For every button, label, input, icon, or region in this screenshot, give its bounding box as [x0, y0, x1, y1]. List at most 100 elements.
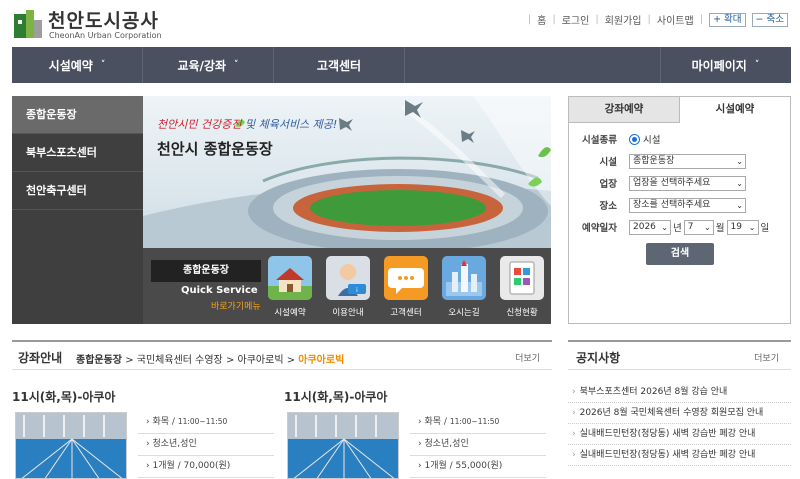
tab-facility-reservation[interactable]: 시설예약	[680, 97, 790, 123]
gnb-facility-reservation[interactable]: 시설예약 ˅	[12, 47, 142, 83]
notice-item[interactable]: › 실내배드민턴장(청당동) 새벽 강습반 폐강 안내	[568, 424, 791, 445]
venue-select-value: 업장을 선택하주세요	[633, 177, 711, 188]
util-login-link[interactable]: 로그인	[562, 12, 590, 27]
course-fee: › 1개월 / 55,000(원)	[410, 456, 546, 478]
facility-type-label: 시설종류	[582, 135, 617, 146]
notice-item-text: 실내배드민턴장(청당동) 새벽 강습반 폐강 안내	[579, 450, 756, 460]
notice-item[interactable]: › 실내배드민턴장(청당동) 새벽 강습반 폐강 안내	[568, 445, 791, 466]
place-select[interactable]: 장소를 선택하주세요 ⌄	[629, 197, 746, 213]
year-select-value: 2026	[633, 221, 656, 232]
year-select[interactable]: 2026 ⌄	[629, 219, 671, 235]
quick-usage-guide[interactable]: i 이용안내	[325, 256, 371, 318]
chevron-down-icon: ˅	[100, 60, 106, 70]
banner-slogan-part-2: 및 체육서비스 제공!	[241, 118, 338, 131]
quick-service-facility: 종합운동장	[151, 260, 261, 282]
util-separator: |	[527, 14, 532, 25]
notice-list: › 북부스포츠센터 2026년 8월 강습 안내 › 2026년 8월 국민체육센터…	[568, 382, 791, 466]
util-separator: |	[647, 14, 651, 25]
crumb-current[interactable]: 아쿠아로빅	[298, 355, 344, 366]
logo-korean-name: 천안도시공사	[48, 10, 159, 32]
course-more-link[interactable]: 더보기	[515, 351, 540, 364]
util-separator: |	[552, 14, 556, 25]
gnb-customer-center[interactable]: 고객센터	[274, 47, 404, 83]
month-select-value: 7	[687, 221, 694, 232]
side-item-stadium[interactable]: 종합운동장	[12, 96, 143, 134]
course-fee-value: 1개월 / 55,000(원)	[424, 461, 503, 471]
chevron-down-icon: ⌄	[748, 222, 756, 232]
zoom-in-button[interactable]: + 확대	[709, 12, 746, 27]
course-card[interactable]: 11시(화,목)-아쿠아 › 화목 / 11:00~11:50 › 청소년,성인…	[12, 388, 274, 479]
month-select[interactable]: 7 ⌄	[683, 219, 714, 235]
course-target-value: 청소년,성인	[152, 439, 197, 449]
day-select-value: 19	[730, 221, 742, 232]
course-days: 화목 /	[152, 417, 175, 427]
site-logo[interactable]: 천안도시공사 CheonAn Urban Corporation	[12, 8, 172, 42]
quick-application-status[interactable]: 신청현황	[499, 256, 545, 318]
reservation-search-button[interactable]: 검색	[646, 243, 714, 265]
notice-item[interactable]: › 2026년 8월 국민체육센터 수영장 회원모집 안내	[568, 403, 791, 424]
quick-service-icons: 시설예약 i 이용안내 고객센터 오시는길 신청현황	[267, 256, 545, 318]
side-item-north-sports-center[interactable]: 북부스포츠센터	[12, 134, 143, 172]
venue-label: 업장	[599, 179, 617, 190]
crumb-separator: >	[286, 355, 296, 366]
chevron-down-icon: ˅	[234, 60, 239, 70]
facility-select[interactable]: 종합운동장 ⌄	[629, 153, 746, 169]
bullet-arrow-icon: ›	[572, 387, 576, 397]
course-time: 11:00~11:50	[177, 417, 228, 426]
day-select[interactable]: 19 ⌄	[726, 219, 759, 235]
venue-select[interactable]: 업장을 선택하주세요 ⌄	[629, 175, 746, 191]
crumb-center-pool[interactable]: 국민체육센터 수영장	[137, 355, 223, 366]
day-suffix: 일	[760, 223, 770, 234]
chevron-down-icon: ˅	[754, 60, 760, 70]
crumb-aquarobic[interactable]: 아쿠아로빅	[238, 355, 284, 366]
zoom-out-button[interactable]: − 축소	[751, 12, 788, 27]
bullet-arrow-icon: ›	[572, 408, 576, 418]
course-days: 화목 /	[424, 417, 447, 427]
quick-directions[interactable]: 오시는길	[441, 256, 487, 318]
month-suffix: 월	[715, 223, 725, 234]
quick-item-label: 오시는길	[448, 308, 480, 318]
row-facility-type: 시설종류 시설	[569, 131, 660, 147]
notice-item[interactable]: › 북부스포츠센터 2026년 8월 강습 안내	[568, 382, 791, 403]
util-home-link[interactable]: 홈	[537, 12, 546, 27]
chevron-down-icon: ⌄	[661, 222, 668, 232]
quick-facility-reservation[interactable]: 시설예약	[267, 256, 313, 318]
notice-item-text: 2026년 8월 국민체육센터 수영장 회원모집 안내	[579, 408, 764, 418]
course-card-title[interactable]: 11시(화,목)-아쿠아	[284, 388, 546, 406]
facility-type-option: 시설	[643, 135, 661, 146]
facility-type-radio[interactable]	[629, 133, 640, 145]
course-card-title[interactable]: 11시(화,목)-아쿠아	[12, 388, 274, 406]
course-section-header: 강좌안내 종합운동장 > 국민체육센터 수영장 > 아쿠아로빅 > 아쿠아로빅 …	[12, 340, 552, 370]
gnb-education[interactable]: 교육/강좌 ˅	[143, 47, 273, 83]
course-schedule: › 화목 / 11:00~11:50	[138, 412, 274, 434]
course-card[interactable]: 11시(화,목)-아쿠아 › 화목 / 11:00~11:50 › 청소년,성인…	[284, 388, 546, 479]
document-status-icon	[500, 256, 544, 300]
crumb-stadium[interactable]: 종합운동장	[76, 355, 122, 366]
course-fee: › 1개월 / 70,000(원)	[138, 456, 274, 478]
course-breadcrumb: 종합운동장 > 국민체육센터 수영장 > 아쿠아로빅 > 아쿠아로빅	[76, 351, 344, 366]
facility-label: 시설	[599, 157, 617, 168]
gnb-spacer	[405, 47, 660, 83]
logo-mark-icon	[14, 10, 42, 38]
quick-item-label: 고객센터	[390, 308, 422, 318]
crumb-separator: >	[225, 355, 235, 366]
row-date: 예약일자 2026 ⌄ 년 7 ⌄ 월 19 ⌄ 일	[569, 219, 769, 235]
tab-course-reservation[interactable]: 강좌예약	[569, 97, 680, 123]
stadium-banner: 천안시민 건강증진 및 체육서비스 제공! 천안시 종합운동장 종합운동장 Qu…	[143, 96, 551, 324]
util-separator: |	[595, 14, 599, 25]
notice-more-link[interactable]: 더보기	[754, 351, 779, 364]
gnb-mypage[interactable]: 마이페이지 ˅	[661, 47, 790, 83]
date-label: 예약일자	[582, 223, 617, 234]
quick-item-label: 신청현황	[506, 308, 538, 318]
gnb-label: 교육/강좌	[177, 58, 227, 73]
banner-title: 천안시 종합운동장	[157, 140, 273, 158]
quick-customer-center[interactable]: 고객센터	[383, 256, 429, 318]
map-location-icon	[442, 256, 486, 300]
crumb-separator: >	[125, 355, 134, 366]
util-join-link[interactable]: 회원가입	[605, 12, 642, 27]
util-sitemap-link[interactable]: 사이트맵	[657, 12, 694, 27]
side-item-football-center[interactable]: 천안축구센터	[12, 172, 143, 210]
reservation-tabs: 강좌예약 시설예약	[569, 97, 790, 123]
course-target-value: 청소년,성인	[424, 439, 469, 449]
banner-slogan: 천안시민 건강증진 및 체육서비스 제공!	[157, 116, 337, 132]
